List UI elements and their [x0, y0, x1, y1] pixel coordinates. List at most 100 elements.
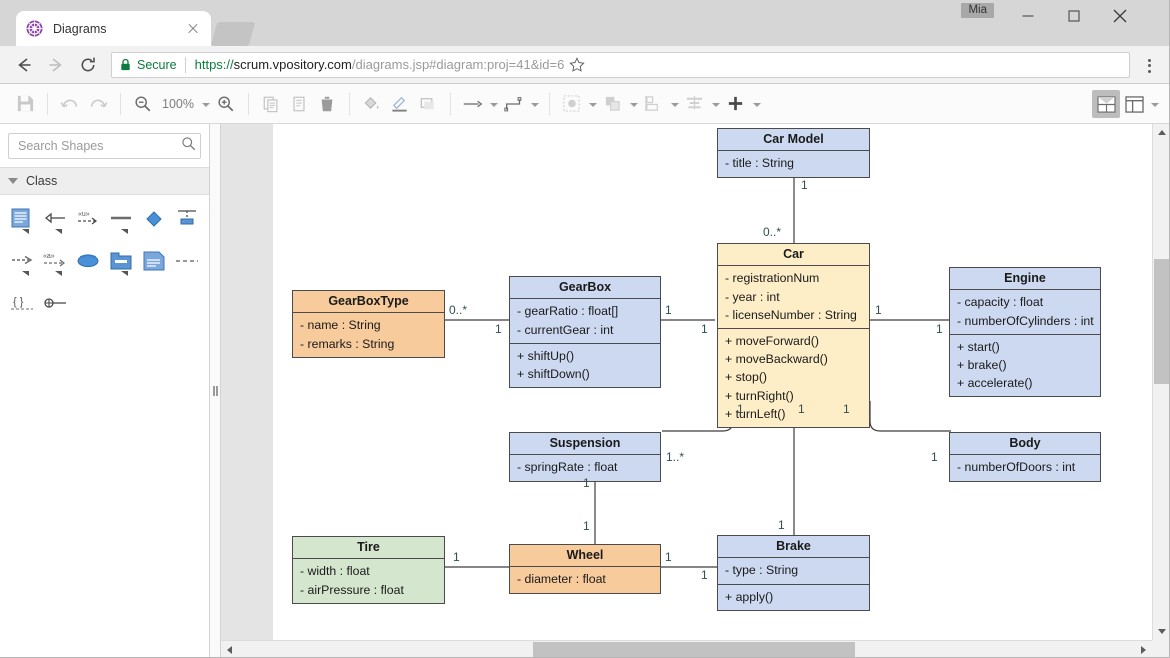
multiplicity-label: 1	[701, 568, 708, 582]
shape-interface-icon[interactable]	[170, 205, 203, 237]
shape-group-header-class[interactable]: Class	[0, 167, 209, 195]
shape-note-icon[interactable]	[137, 247, 170, 279]
uml-attribute: - licenseNumber : String	[725, 307, 857, 322]
orthogonal-connector-icon[interactable]	[500, 90, 528, 118]
straight-connector-icon[interactable]	[459, 90, 487, 118]
reload-icon[interactable]	[72, 49, 104, 81]
align-dropdown-chevron-down-icon[interactable]	[709, 91, 722, 117]
scroll-down-arrow-icon[interactable]	[1153, 623, 1170, 640]
uml-operation: + moveBackward()	[725, 352, 828, 367]
uml-class-tire[interactable]: Tire - width : float - airPressure : flo…	[292, 536, 445, 604]
marquee-select-icon[interactable]	[558, 90, 586, 118]
shape-usage-icon[interactable]: «u»	[72, 205, 105, 237]
window-user-label[interactable]: Mia	[961, 3, 994, 18]
pen-line-icon[interactable]	[386, 90, 414, 118]
uml-attribute: - airPressure : float	[300, 582, 404, 597]
diagram-canvas[interactable]: Car Model - title : String Car - registr…	[273, 124, 1152, 640]
shape-ellipse-icon[interactable]	[72, 247, 105, 279]
shape-association-class-icon[interactable]	[137, 205, 170, 237]
connector-dropdown-chevron-down-icon[interactable]	[487, 91, 500, 117]
undo-icon[interactable]	[56, 90, 84, 118]
align-icon[interactable]	[681, 90, 709, 118]
zoom-dropdown-chevron-down-icon[interactable]	[199, 91, 212, 117]
shape-association-icon[interactable]	[104, 205, 137, 237]
uml-class-body[interactable]: Body - numberOfDoors : int	[949, 432, 1101, 482]
horizontal-scroll-thumb[interactable]	[533, 642, 855, 657]
shape-class-icon[interactable]	[6, 205, 39, 237]
uml-class-name: Brake	[718, 536, 869, 559]
redo-icon[interactable]	[84, 90, 112, 118]
distribute-icon[interactable]	[640, 90, 668, 118]
uml-class-suspension[interactable]: Suspension - springRate : float	[509, 432, 661, 482]
distribute-dropdown-chevron-down-icon[interactable]	[668, 91, 681, 117]
minimize-icon[interactable]	[1005, 0, 1051, 32]
multiplicity-label: 1	[778, 518, 785, 532]
shape-constraint-icon[interactable]: { }	[6, 289, 39, 321]
paste-icon[interactable]	[285, 90, 313, 118]
new-tab-button[interactable]	[210, 22, 256, 46]
maximize-icon[interactable]	[1051, 0, 1097, 32]
multiplicity-label: 1	[495, 322, 502, 336]
select-dropdown-chevron-down-icon[interactable]	[586, 91, 599, 117]
scroll-left-arrow-icon[interactable]	[221, 641, 238, 658]
shape-anchor-icon[interactable]: «a»	[39, 247, 72, 279]
view-dropdown-chevron-down-icon[interactable]	[1148, 91, 1161, 117]
view-layout-icon[interactable]	[1120, 90, 1148, 118]
uml-class-name: Wheel	[510, 545, 660, 568]
uml-class-car[interactable]: Car - registrationNum - year : int - lic…	[717, 243, 870, 428]
uml-attributes: - type : String	[718, 558, 869, 585]
fill-bucket-icon[interactable]	[358, 90, 386, 118]
shape-port-icon[interactable]	[39, 289, 72, 321]
back-arrow-icon[interactable]	[8, 49, 40, 81]
vertical-scroll-thumb[interactable]	[1154, 259, 1169, 384]
browser-tab-diagrams[interactable]: Diagrams	[16, 11, 211, 46]
uml-class-brake[interactable]: Brake - type : String + apply()	[717, 535, 870, 611]
canvas-vertical-scrollbar[interactable]	[1152, 124, 1169, 640]
shape-package-icon[interactable]	[104, 247, 137, 279]
toolbar-divider	[348, 92, 350, 115]
sidebar-splitter[interactable]	[210, 124, 221, 657]
copy-icon[interactable]	[257, 90, 285, 118]
uml-class-gearbox[interactable]: GearBox - gearRatio : float[] - currentG…	[509, 276, 661, 389]
arrange-dropdown-chevron-down-icon[interactable]	[627, 91, 640, 117]
multiplicity-label: 1	[843, 402, 850, 416]
diagram-canvas-area: Car Model - title : String Car - registr…	[221, 124, 1169, 657]
shape-containment-icon[interactable]	[170, 247, 203, 279]
zoom-out-icon[interactable]	[129, 90, 157, 118]
panel-layout-icon[interactable]	[1092, 90, 1120, 118]
address-bar[interactable]: Secure https://scrum.vpository.com/diagr…	[111, 51, 1130, 78]
plus-icon[interactable]	[722, 90, 750, 118]
search-input[interactable]	[16, 138, 181, 154]
uml-operation: + apply()	[725, 589, 774, 604]
search-icon[interactable]	[181, 136, 196, 156]
navigation-bar: Secure https://scrum.vpository.com/diagr…	[0, 46, 1169, 84]
zoom-level-label[interactable]: 100%	[157, 97, 199, 111]
shape-generalization-icon[interactable]	[39, 205, 72, 237]
scroll-right-arrow-icon[interactable]	[1135, 641, 1152, 658]
uml-class-wheel[interactable]: Wheel - diameter : float	[509, 544, 661, 594]
multiplicity-label: 0..*	[449, 303, 468, 317]
kebab-menu-icon[interactable]	[1137, 50, 1161, 80]
uml-class-engine[interactable]: Engine - capacity : float - numberOfCyli…	[949, 267, 1101, 398]
scroll-up-arrow-icon[interactable]	[1153, 124, 1170, 141]
splitter-grip-icon[interactable]	[213, 385, 218, 396]
uml-attribute: - springRate : float	[517, 460, 618, 475]
window-close-icon[interactable]	[1097, 0, 1143, 32]
bring-to-front-icon[interactable]	[599, 90, 627, 118]
orthogonal-dropdown-chevron-down-icon[interactable]	[528, 91, 541, 117]
shape-style-icon[interactable]	[414, 90, 442, 118]
triangle-down-icon[interactable]	[8, 178, 18, 184]
star-icon[interactable]	[564, 52, 590, 78]
search-shapes-box[interactable]	[8, 133, 201, 159]
uml-class-car-model[interactable]: Car Model - title : String	[717, 128, 870, 178]
tab-close-icon[interactable]	[185, 21, 201, 37]
trash-icon[interactable]	[313, 90, 341, 118]
canvas-horizontal-scrollbar[interactable]	[221, 640, 1169, 657]
uml-class-gearboxtype[interactable]: GearBoxType - name : String - remarks : …	[292, 290, 445, 358]
add-dropdown-chevron-down-icon[interactable]	[750, 91, 763, 117]
zoom-in-icon[interactable]	[212, 90, 240, 118]
shape-dependency-icon[interactable]	[6, 247, 39, 279]
uml-class-name: GearBoxType	[293, 291, 444, 314]
save-icon[interactable]	[11, 90, 39, 118]
uml-attribute: - currentGear : int	[517, 322, 614, 337]
